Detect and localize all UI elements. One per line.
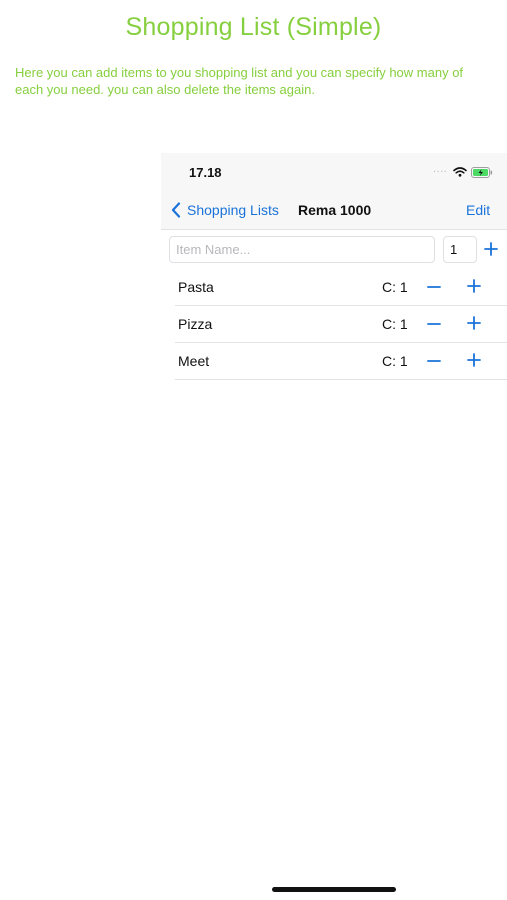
add-item-form <box>161 233 507 269</box>
nav-title: Rema 1000 <box>298 202 372 218</box>
item-name-input[interactable] <box>169 236 435 263</box>
quantity-input[interactable] <box>443 236 477 263</box>
edit-button[interactable]: Edit <box>466 202 490 218</box>
item-count: C: 1 <box>382 316 408 332</box>
item-count: C: 1 <box>382 353 408 369</box>
plus-icon[interactable] <box>467 352 481 368</box>
minus-icon[interactable] <box>427 353 441 369</box>
phone-screen: 17.18 .... Shopping Lists Rema 1000 Edit <box>161 153 507 393</box>
navigation-header: 17.18 .... Shopping Lists Rema 1000 Edit <box>161 153 507 230</box>
minus-icon[interactable] <box>427 279 441 295</box>
plus-icon[interactable] <box>483 240 499 258</box>
chevron-left-icon <box>171 202 181 218</box>
home-indicator[interactable] <box>272 887 396 892</box>
plus-icon[interactable] <box>467 278 481 294</box>
back-button[interactable]: Shopping Lists <box>171 202 279 218</box>
minus-icon[interactable] <box>427 316 441 332</box>
item-name: Meet <box>178 353 210 369</box>
plus-icon[interactable] <box>467 315 481 331</box>
page-description: Here you can add items to you shopping l… <box>15 65 464 97</box>
cellular-signal-indicator: .... <box>433 163 448 175</box>
item-count: C: 1 <box>382 279 408 295</box>
item-name: Pizza <box>178 316 213 332</box>
item-name: Pasta <box>178 279 214 295</box>
battery-charging-icon <box>471 167 493 178</box>
list-item: Pizza C: 1 <box>175 306 507 343</box>
status-time: 17.18 <box>189 165 222 180</box>
wifi-icon <box>453 167 467 177</box>
item-list: Pasta C: 1 Pizza C: 1 Meet C: 1 <box>161 269 507 380</box>
list-item: Pasta C: 1 <box>175 269 507 306</box>
page-title: Shopping List (Simple) <box>125 13 382 41</box>
list-item: Meet C: 1 <box>175 343 507 380</box>
back-button-label: Shopping Lists <box>187 202 279 218</box>
